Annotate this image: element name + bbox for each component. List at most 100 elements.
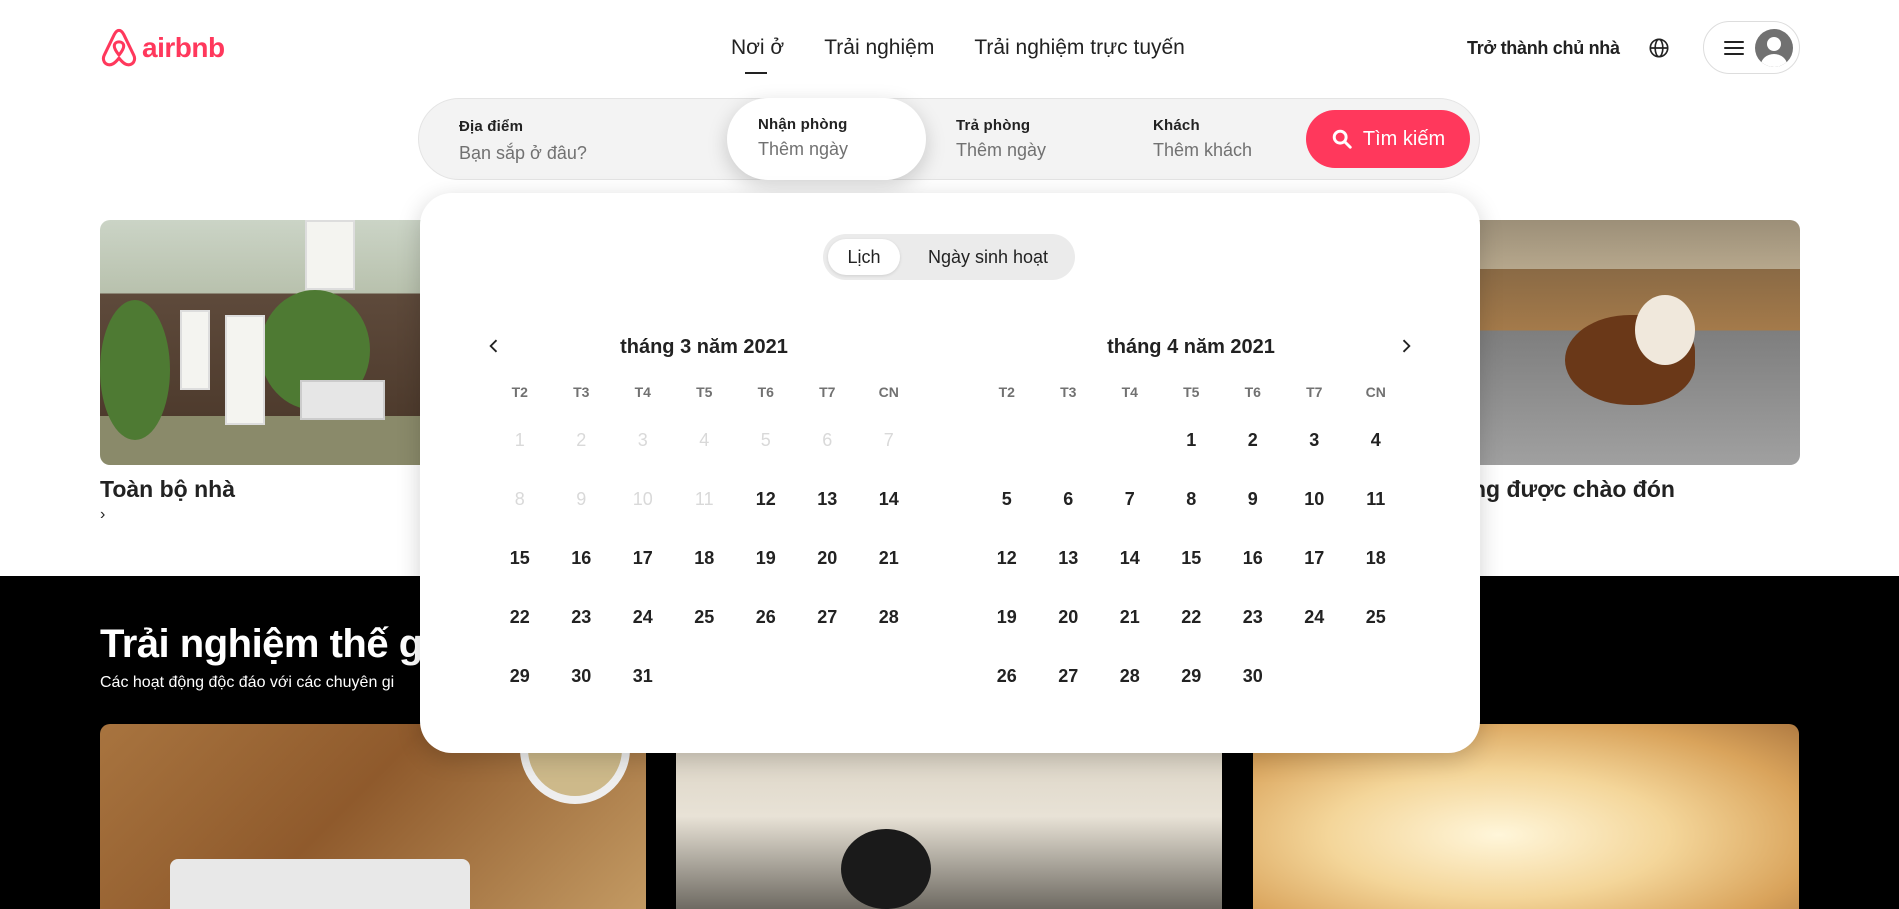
pets-allowed-image[interactable]: [1470, 220, 1800, 465]
day-cell-disabled: 10: [632, 489, 653, 509]
day-cell-disabled: 3: [637, 430, 648, 450]
month-title: tháng 3 năm 2021: [620, 336, 788, 358]
day-cell[interactable]: 15: [489, 538, 551, 597]
weekday-header: T2 T3 T4 T5 T6 T7 CN: [489, 384, 920, 400]
day-cell[interactable]: 22: [1161, 597, 1223, 656]
day-cell-disabled: 7: [883, 430, 894, 450]
menu-icon: [1724, 40, 1744, 55]
day-cell[interactable]: 25: [674, 597, 736, 656]
day-cell[interactable]: 28: [858, 597, 920, 656]
airbnb-logo[interactable]: airbnb: [100, 28, 225, 68]
globe-icon[interactable]: [1648, 37, 1670, 59]
day-cell[interactable]: 21: [858, 538, 920, 597]
weekday-label: CN: [1365, 384, 1386, 400]
day-cell[interactable]: 29: [1161, 656, 1223, 715]
day-cell[interactable]: 19: [976, 597, 1038, 656]
checkout-label: Trả phòng: [956, 117, 1031, 134]
day-cell[interactable]: 26: [976, 656, 1038, 715]
day-cell[interactable]: 17: [612, 538, 674, 597]
day-cell[interactable]: 8: [1161, 479, 1223, 538]
day-cell[interactable]: 14: [858, 479, 920, 538]
day-cell[interactable]: 17: [1284, 538, 1346, 597]
day-cell[interactable]: 18: [674, 538, 736, 597]
day-cell[interactable]: 24: [612, 597, 674, 656]
day-cell[interactable]: 14: [1099, 538, 1161, 597]
day-cell[interactable]: 20: [797, 538, 859, 597]
day-cell[interactable]: 26: [735, 597, 797, 656]
weekday-header: T2 T3 T4 T5 T6 T7 CN: [976, 384, 1407, 400]
day-cell[interactable]: 3: [1284, 420, 1346, 479]
location-input[interactable]: Bạn sắp ở đâu?: [459, 143, 587, 164]
become-host-link[interactable]: Trở thành chủ nhà: [1467, 38, 1620, 59]
day-grid: 1 2 3 4 5 6 7 8 9 10 11 12 13 14 15 16 17 18 19 20 21 22 23 24 2…: [976, 420, 1407, 715]
day-cell[interactable]: 16: [551, 538, 613, 597]
checkout-field[interactable]: Trả phòng Thêm ngày: [956, 99, 1046, 179]
day-cell[interactable]: 27: [1038, 656, 1100, 715]
day-cell[interactable]: 27: [797, 597, 859, 656]
user-menu-button[interactable]: [1703, 21, 1800, 74]
guests-field[interactable]: Khách Thêm khách: [1153, 99, 1252, 179]
weekday-label: T3: [1060, 384, 1077, 400]
chevron-right-icon: ›: [100, 506, 106, 523]
entire-home-image[interactable]: [100, 220, 430, 465]
search-button-label: Tìm kiếm: [1362, 127, 1446, 150]
flexible-dates-option[interactable]: Ngày sinh hoạt: [913, 239, 1063, 275]
day-cell[interactable]: 6: [1038, 479, 1100, 538]
experiences-title: Trải nghiệm thế g: [100, 622, 423, 666]
tab-online-experiences[interactable]: Trải nghiệm trực tuyến: [974, 36, 1185, 60]
day-cell[interactable]: 29: [489, 656, 551, 715]
day-cell[interactable]: 31: [612, 656, 674, 715]
guests-label: Khách: [1153, 117, 1200, 134]
weekday-label: T4: [1121, 384, 1138, 400]
tab-experiences[interactable]: Trải nghiệm: [824, 36, 934, 60]
day-cell[interactable]: 19: [735, 538, 797, 597]
day-cell[interactable]: 20: [1038, 597, 1100, 656]
day-cell[interactable]: 24: [1284, 597, 1346, 656]
date-picker-popover: Lịch Ngày sinh hoạt tháng 3 năm 2021 T2 T…: [420, 193, 1480, 753]
avatar: [1755, 28, 1793, 67]
checkin-value: Thêm ngày: [758, 139, 849, 159]
category-title-entire-home[interactable]: Toàn bộ nhà: [100, 476, 235, 503]
search-button[interactable]: Tìm kiếm: [1306, 110, 1470, 168]
header: airbnb Nơi ở Trải nghiệm Trải nghiệm trự…: [0, 0, 1899, 100]
day-cell[interactable]: 10: [1284, 479, 1346, 538]
airbnb-logo-icon: [101, 28, 137, 67]
category-title-pets[interactable]: ng được chào đón: [1472, 476, 1675, 503]
day-cell[interactable]: 16: [1222, 538, 1284, 597]
checkin-field[interactable]: Nhận phòng Thêm ngày: [727, 98, 926, 180]
day-cell[interactable]: 30: [551, 656, 613, 715]
day-cell[interactable]: 11: [1345, 479, 1407, 538]
weekday-label: CN: [878, 384, 899, 400]
calendar-mode-option[interactable]: Lịch: [828, 239, 900, 275]
day-cell[interactable]: 15: [1161, 538, 1223, 597]
day-cell[interactable]: 9: [1222, 479, 1284, 538]
weekday-label: T2: [998, 384, 1015, 400]
weekday-label: T6: [757, 384, 774, 400]
location-label: Địa điểm: [459, 118, 524, 135]
logo-text: airbnb: [142, 32, 225, 63]
weekday-label: T5: [1183, 384, 1200, 400]
day-cell[interactable]: 12: [735, 479, 797, 538]
tab-stays[interactable]: Nơi ở: [731, 36, 784, 74]
day-cell[interactable]: 7: [1099, 479, 1161, 538]
day-cell[interactable]: 5: [976, 479, 1038, 538]
day-cell[interactable]: 25: [1345, 597, 1407, 656]
day-cell[interactable]: 2: [1222, 420, 1284, 479]
day-cell[interactable]: 21: [1099, 597, 1161, 656]
day-cell[interactable]: 23: [551, 597, 613, 656]
guests-value: Thêm khách: [1153, 140, 1253, 160]
search-bar: Địa điểm Bạn sắp ở đâu? Nhận phòng Thêm …: [418, 98, 1480, 180]
main-nav: Nơi ở Trải nghiệm Trải nghiệm trực tuyến: [731, 36, 1185, 74]
day-cell[interactable]: 13: [797, 479, 859, 538]
weekday-label: T5: [696, 384, 713, 400]
day-cell[interactable]: 18: [1345, 538, 1407, 597]
day-cell[interactable]: 22: [489, 597, 551, 656]
day-cell[interactable]: 28: [1099, 656, 1161, 715]
day-cell[interactable]: 23: [1222, 597, 1284, 656]
day-cell[interactable]: 4: [1345, 420, 1407, 479]
location-field[interactable]: Địa điểm Bạn sắp ở đâu?: [459, 99, 587, 179]
day-cell[interactable]: 30: [1222, 656, 1284, 715]
day-cell[interactable]: 1: [1161, 420, 1223, 479]
day-cell[interactable]: 12: [976, 538, 1038, 597]
day-cell[interactable]: 13: [1038, 538, 1100, 597]
